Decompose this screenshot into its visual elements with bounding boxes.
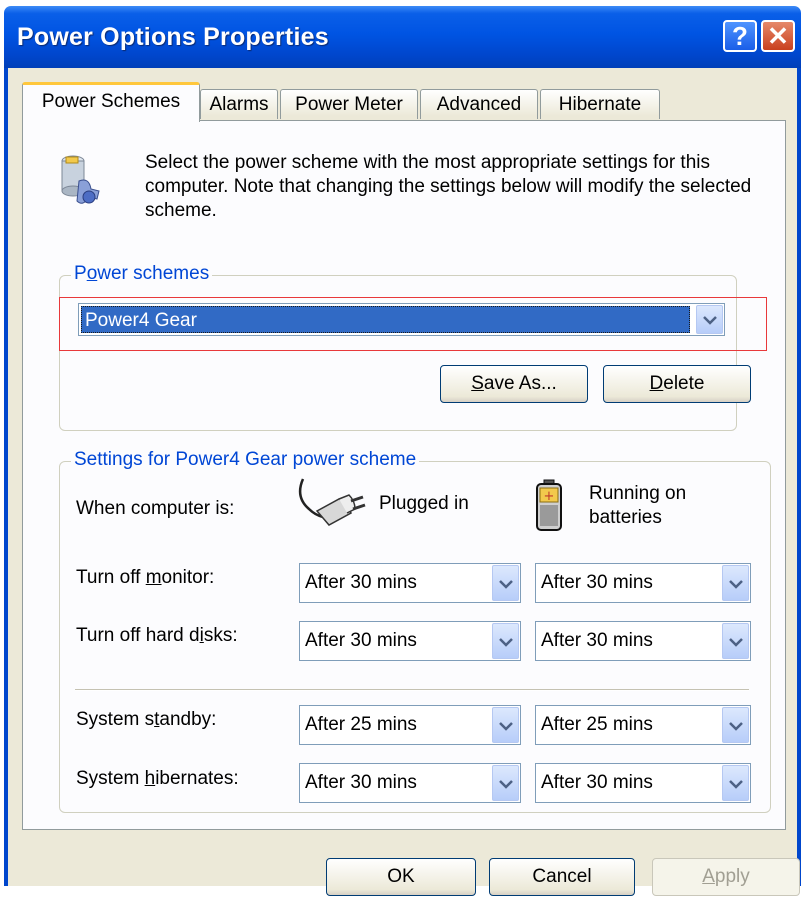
power-schemes-panel: Select the power scheme with the most ap… xyxy=(22,120,786,830)
chevron-down-icon[interactable] xyxy=(492,565,519,601)
title-bar[interactable]: Power Options Properties ? ✕ xyxy=(4,6,801,68)
settings-divider xyxy=(75,689,749,691)
standby-plugged-dropdown[interactable]: After 25 mins xyxy=(299,705,521,745)
chevron-down-icon[interactable] xyxy=(696,305,723,334)
turn-off-monitor-label: Turn off monitor: xyxy=(76,567,215,588)
running-on-label: Running on xyxy=(589,483,687,504)
window-title: Power Options Properties xyxy=(17,23,329,51)
when-computer-label: When computer is: xyxy=(76,498,235,519)
tab-advanced[interactable]: Advanced xyxy=(420,89,538,119)
settings-group-label: Settings for Power4 Gear power scheme xyxy=(71,449,420,471)
tab-alarms[interactable]: Alarms xyxy=(200,89,278,119)
save-as-button[interactable]: Save As... xyxy=(440,365,588,403)
tab-power-schemes[interactable]: Power Schemes xyxy=(22,82,200,122)
plugged-in-label: Plugged in xyxy=(379,493,469,514)
chevron-down-icon[interactable] xyxy=(492,623,519,659)
monitor-plugged-dropdown[interactable]: After 30 mins xyxy=(299,563,521,603)
hibernates-battery-dropdown[interactable]: After 30 mins xyxy=(535,763,751,803)
svg-text:+: + xyxy=(544,489,555,504)
plug-icon xyxy=(295,477,367,533)
monitor-battery-dropdown[interactable]: After 30 mins xyxy=(535,563,751,603)
apply-button[interactable]: Apply xyxy=(652,858,800,896)
tab-power-meter[interactable]: Power Meter xyxy=(280,89,418,119)
power-options-dialog: Power Options Properties ? ✕ Power Schem… xyxy=(4,6,801,896)
standby-battery-dropdown[interactable]: After 25 mins xyxy=(535,705,751,745)
power-scheme-value: Power4 Gear xyxy=(81,306,690,333)
chevron-down-icon[interactable] xyxy=(722,707,749,743)
batteries-label: batteries xyxy=(589,507,662,528)
battery-icon: + xyxy=(535,479,563,533)
hibernates-plugged-dropdown[interactable]: After 30 mins xyxy=(299,763,521,803)
close-button[interactable]: ✕ xyxy=(761,20,795,52)
chevron-down-icon[interactable] xyxy=(492,765,519,801)
intro-text: Select the power scheme with the most ap… xyxy=(145,152,752,221)
chevron-down-icon[interactable] xyxy=(722,623,749,659)
chevron-down-icon[interactable] xyxy=(492,707,519,743)
ok-button[interactable]: OK xyxy=(326,858,476,896)
power-schemes-group-label: Power schemes xyxy=(71,263,213,285)
power-scheme-icon xyxy=(53,151,103,207)
help-button[interactable]: ? xyxy=(723,20,757,52)
turn-off-hard-disks-label: Turn off hard disks: xyxy=(76,625,238,646)
delete-button[interactable]: Delete xyxy=(603,365,751,403)
system-hibernates-label: System hibernates: xyxy=(76,768,239,789)
chevron-down-icon[interactable] xyxy=(722,565,749,601)
system-standby-label: System standby: xyxy=(76,709,217,730)
hard-disks-battery-dropdown[interactable]: After 30 mins xyxy=(535,621,751,661)
tab-hibernate[interactable]: Hibernate xyxy=(540,89,660,119)
chevron-down-icon[interactable] xyxy=(722,765,749,801)
dialog-body: Power Schemes Alarms Power Meter Advance… xyxy=(8,68,800,896)
cancel-button[interactable]: Cancel xyxy=(489,858,635,896)
power-scheme-dropdown[interactable]: Power4 Gear xyxy=(78,303,725,336)
hard-disks-plugged-dropdown[interactable]: After 30 mins xyxy=(299,621,521,661)
